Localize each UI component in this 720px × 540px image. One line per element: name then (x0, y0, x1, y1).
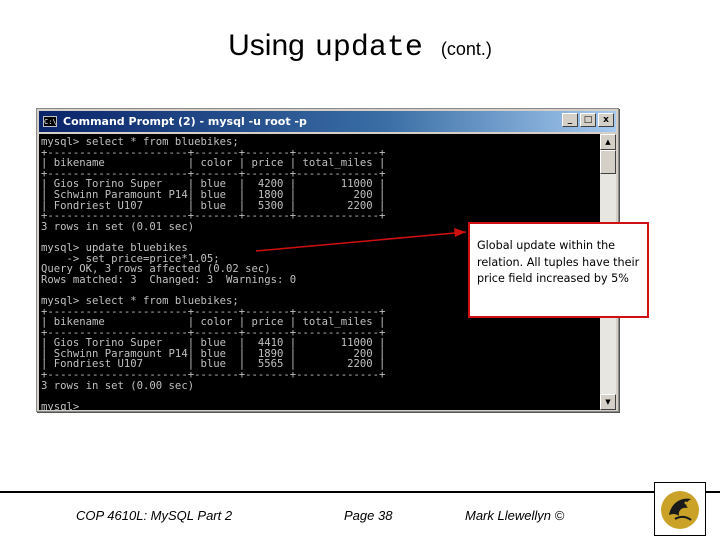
footer-divider (0, 491, 720, 493)
footer-course: COP 4610L: MySQL Part 2 (76, 508, 233, 523)
command-prompt-icon[interactable]: C:\ (43, 116, 57, 127)
callout-note: Global update within the relation. All t… (468, 222, 649, 318)
pegasus-logo-icon (661, 491, 699, 529)
maximize-button[interactable]: □ (580, 113, 596, 127)
slide-title: Using update (cont.) (0, 28, 720, 69)
window-controls: _ □ x (562, 113, 614, 127)
minimize-button[interactable]: _ (562, 113, 578, 127)
title-suffix: (cont.) (440, 39, 492, 59)
scroll-thumb[interactable] (600, 150, 616, 174)
scroll-down-arrow-icon[interactable]: ▼ (600, 394, 616, 410)
footer-author: Mark Llewellyn © (465, 508, 565, 523)
title-word: Using (228, 29, 305, 62)
window-titlebar[interactable]: C:\ Command Prompt (2) - mysql -u root -… (39, 111, 616, 132)
ucf-pegasus-logo (654, 482, 706, 536)
scroll-up-arrow-icon[interactable]: ▲ (600, 134, 616, 150)
footer-page-number: Page 38 (344, 508, 393, 523)
window-title: Command Prompt (2) - mysql -u root -p (63, 115, 307, 128)
title-code: update (314, 31, 423, 65)
close-button[interactable]: x (598, 113, 614, 127)
